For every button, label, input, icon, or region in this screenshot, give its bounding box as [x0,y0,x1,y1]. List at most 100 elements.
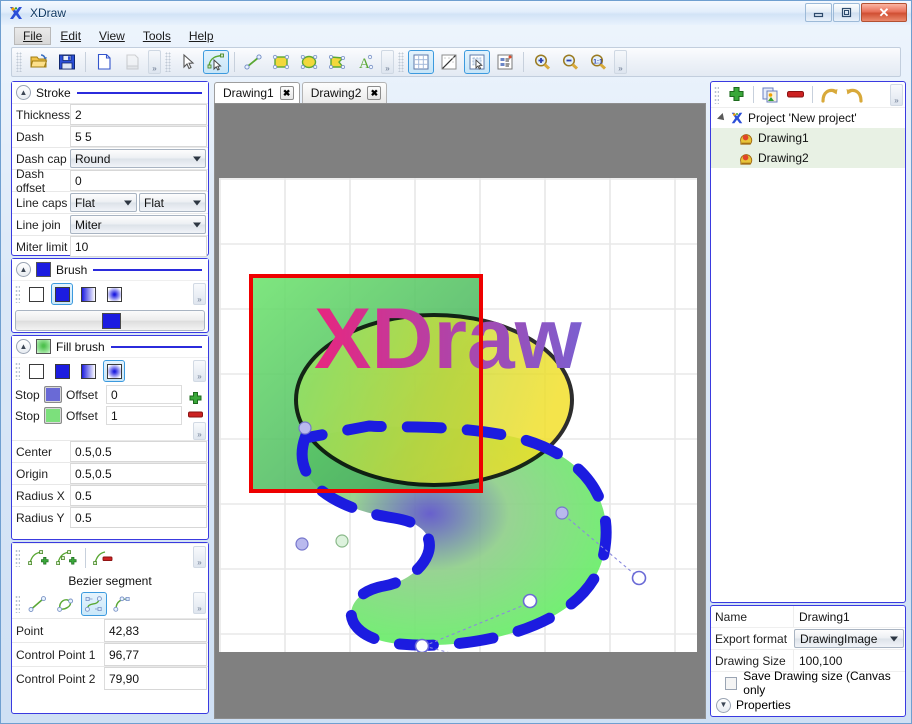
fill-stop-color-1[interactable] [44,386,62,403]
segment-cp2-input[interactable]: 79,90 [104,667,207,690]
properties-expander-row[interactable]: ▼ Properties [711,694,905,716]
tree-item-drawing1[interactable]: Drawing1 [711,128,905,148]
fill-stop-color-2[interactable] [44,407,62,424]
fill-center-input[interactable]: 0.5,0.5 [70,441,207,462]
fill-style-grip[interactable] [15,362,20,380]
toolbar-overflow-3[interactable]: » [614,50,627,74]
brush-style-radial-gradient[interactable] [103,283,125,305]
menu-file[interactable]: File [14,27,52,45]
save-drawing-size-row[interactable]: Save Drawing size (Canvas only [711,669,905,697]
tab-drawing2[interactable]: Drawing2 ✖ [301,82,388,103]
bezier-segment-icon[interactable] [81,592,107,616]
node-tools-overflow[interactable]: » [193,546,206,568]
zoom-in-icon[interactable] [529,50,555,74]
fill-brush-group-header[interactable]: ▲ Fill brush [12,336,208,357]
redo-icon[interactable] [842,84,867,106]
delete-node-icon[interactable] [90,546,116,570]
brush-style-grip[interactable] [15,285,20,303]
project-toolbar-overflow[interactable]: » [890,84,903,106]
segment-point-input[interactable]: 42,83 [104,619,207,642]
toolbar-overflow-2[interactable]: » [381,50,394,74]
add-drawing-icon[interactable] [724,84,749,106]
stroke-group-header[interactable]: ▲ Stroke [12,82,208,103]
fill-radiusx-input[interactable]: 0.5 [70,485,207,506]
chevron-up-icon[interactable]: ▲ [16,85,31,100]
save-icon[interactable] [54,50,80,74]
line-tool-icon[interactable] [240,50,266,74]
stroke-dashoffset-input[interactable]: 0 [70,170,207,191]
property-export-format-select[interactable]: DrawingImage [794,629,904,648]
fill-style-solid[interactable] [51,360,73,382]
chevron-down-icon[interactable]: ▼ [716,697,731,713]
snap-diagonal-icon[interactable] [436,50,462,74]
polygon-tool-icon[interactable] [324,50,350,74]
brush-color-slider[interactable] [15,310,205,331]
fill-offset-input-2[interactable]: 1 [106,406,182,425]
fill-style-radial-gradient[interactable] [103,360,125,382]
plus-icon[interactable] [187,391,204,407]
tab-drawing1-close-icon[interactable]: ✖ [279,86,294,100]
show-grid-icon[interactable] [408,50,434,74]
fill-offset-input-1[interactable]: 0 [106,385,182,404]
tree-root-project[interactable]: Project 'New project' [711,108,905,128]
segment-types-overflow[interactable]: » [193,592,206,614]
tab-drawing1[interactable]: Drawing1 ✖ [214,82,300,103]
segment-cp1-input[interactable]: 96,77 [104,643,207,666]
node-edit-icon[interactable] [203,50,229,74]
add-node-icon[interactable] [25,546,51,570]
stroke-startcap-select[interactable]: Flat [70,193,137,212]
copy-drawing-icon[interactable] [758,84,783,106]
quadratic-segment-icon[interactable] [109,592,135,616]
rectangle-tool-icon[interactable] [268,50,294,74]
close-button[interactable]: ✕ [861,3,907,22]
property-drawing-size-input[interactable]: 100,100 [793,650,905,671]
fill-radiusy-input[interactable]: 0.5 [70,507,207,528]
fill-origin-input[interactable]: 0.5,0.5 [70,463,207,484]
canvas-page[interactable]: XDraw [219,178,697,652]
menu-edit[interactable]: Edit [51,27,90,45]
menu-view[interactable]: View [90,27,134,45]
export-icon[interactable] [119,50,145,74]
brush-color-swatch[interactable] [36,262,51,277]
property-name-input[interactable]: Drawing1 [793,606,905,627]
fill-style-linear-gradient[interactable] [77,360,99,382]
drawing-canvas[interactable]: XDraw [214,103,706,719]
ellipse-tool-icon[interactable] [296,50,322,74]
select-mode-icon[interactable] [464,50,490,74]
toolbar-grip[interactable] [16,52,22,72]
stroke-dashcap-select[interactable]: Round [70,149,206,168]
menu-help[interactable]: Help [180,27,223,45]
stroke-miterlimit-input[interactable]: 10 [70,236,207,257]
layers-icon[interactable] [492,50,518,74]
brush-style-none[interactable] [25,283,47,305]
arc-segment-icon[interactable] [53,592,79,616]
new-page-icon[interactable] [91,50,117,74]
maximize-button[interactable] [833,3,860,22]
chevron-expand-icon[interactable] [717,113,727,123]
fill-style-none[interactable] [25,360,47,382]
brush-group-header[interactable]: ▲ Brush [12,259,208,280]
brush-overflow-button[interactable]: » [193,283,206,305]
fill-overflow-button[interactable]: » [193,360,206,382]
open-icon[interactable] [26,50,52,74]
fill-geometry-overflow[interactable]: » [193,422,206,440]
chevron-up-icon[interactable]: ▲ [16,339,31,354]
menu-tools[interactable]: Tools [134,27,180,45]
toolbar-grip-2[interactable] [165,52,171,72]
undo-icon[interactable] [817,84,842,106]
stroke-dash-input[interactable]: 5 5 [70,126,207,147]
node-tools-grip[interactable] [15,548,20,567]
zoom-out-icon[interactable] [557,50,583,74]
toolbar-overflow-1[interactable]: » [148,50,161,74]
segment-types-grip[interactable] [15,595,20,613]
tab-drawing2-close-icon[interactable]: ✖ [367,86,382,100]
text-tool-icon[interactable]: A [352,50,378,74]
project-toolbar-grip[interactable] [714,85,719,104]
save-drawing-size-checkbox[interactable] [725,676,738,690]
line-segment-icon[interactable] [25,592,51,616]
brush-style-solid[interactable] [51,283,73,305]
chevron-up-icon[interactable]: ▲ [16,262,31,277]
brush-style-linear-gradient[interactable] [77,283,99,305]
zoom-reset-icon[interactable]: 1:1 [585,50,611,74]
stroke-thickness-input[interactable]: 2 [70,104,207,125]
